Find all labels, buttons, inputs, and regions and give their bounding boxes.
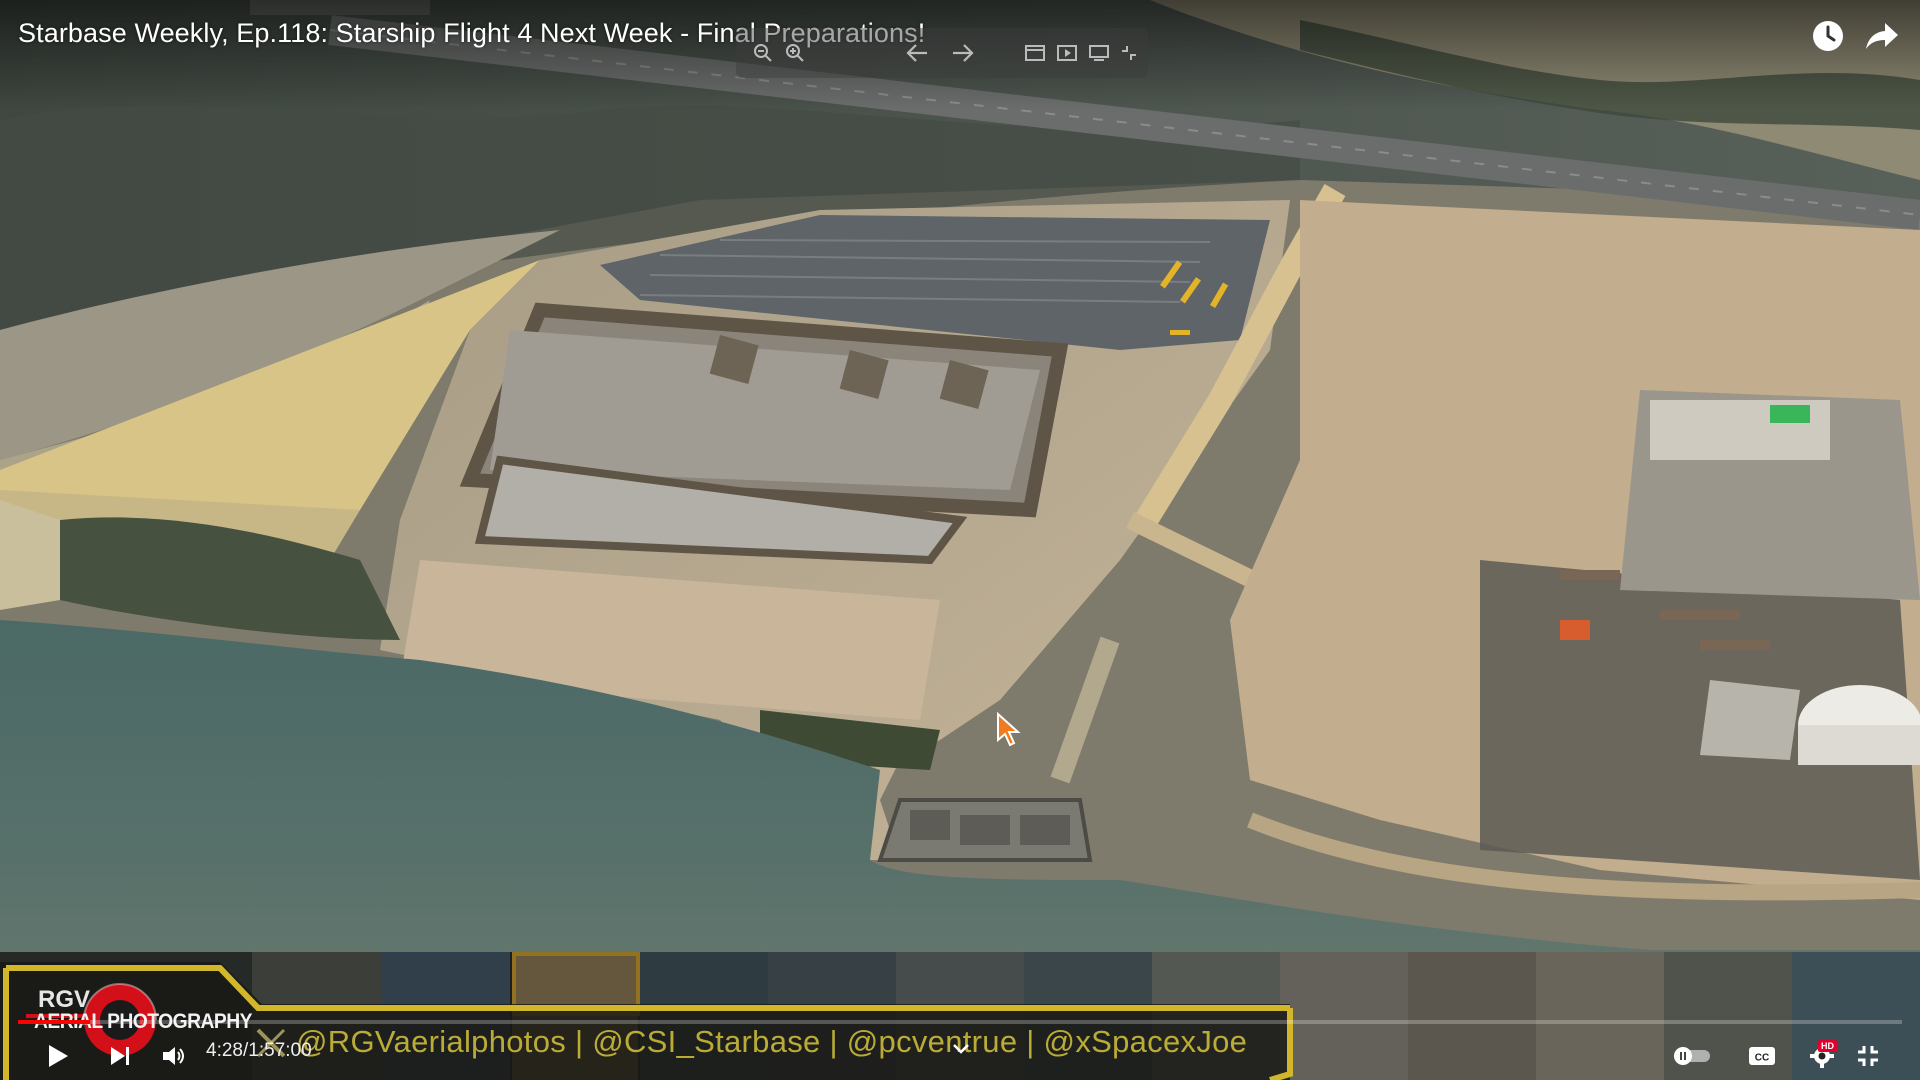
share-button[interactable] xyxy=(1860,14,1904,58)
play-button[interactable] xyxy=(36,1034,80,1078)
fullscreen-button[interactable] xyxy=(1846,1034,1890,1078)
cc-icon: CC xyxy=(1749,1047,1775,1065)
zoom-out-icon[interactable] xyxy=(750,40,776,66)
chevron-down-icon xyxy=(953,1044,969,1054)
time-display: 4:28 / 1:57:00 xyxy=(206,1040,312,1062)
play-window-icon[interactable] xyxy=(1054,40,1080,66)
next-icon xyxy=(111,1047,129,1065)
window-icon[interactable] xyxy=(1022,40,1048,66)
svg-text:CC: CC xyxy=(1755,1053,1769,1064)
share-arrow-icon xyxy=(1866,23,1898,49)
duration: 1:57:00 xyxy=(248,1040,312,1061)
watch-later-button[interactable] xyxy=(1806,14,1850,58)
viewer-toolbar xyxy=(736,28,1148,78)
mouse-cursor-icon xyxy=(997,712,1021,747)
video-player[interactable]: Starbase Weekly, Ep.118: Starship Flight… xyxy=(0,0,1920,1080)
zoom-in-icon[interactable] xyxy=(782,40,808,66)
collapse-icon[interactable] xyxy=(1116,40,1142,66)
video-frame[interactable] xyxy=(0,0,1920,1080)
clock-icon xyxy=(1813,21,1843,51)
chapter-chevron-button[interactable] xyxy=(946,1034,976,1064)
autoplay-toggle-icon xyxy=(1674,1047,1710,1065)
next-button[interactable] xyxy=(98,1034,142,1078)
back-arrow-icon[interactable] xyxy=(904,40,930,66)
fullscreen-icon xyxy=(1858,1046,1878,1066)
volume-button[interactable] xyxy=(152,1034,196,1078)
volume-icon xyxy=(163,1047,184,1065)
hd-badge: HD xyxy=(1818,1040,1837,1052)
progress-played xyxy=(18,1020,90,1024)
current-time: 4:28 xyxy=(206,1040,243,1061)
forward-arrow-icon[interactable] xyxy=(950,40,976,66)
autoplay-toggle[interactable] xyxy=(1670,1034,1714,1078)
captions-button[interactable]: CC xyxy=(1740,1034,1784,1078)
progress-bar[interactable] xyxy=(18,1020,1902,1024)
display-icon[interactable] xyxy=(1086,40,1112,66)
play-icon xyxy=(49,1045,68,1067)
